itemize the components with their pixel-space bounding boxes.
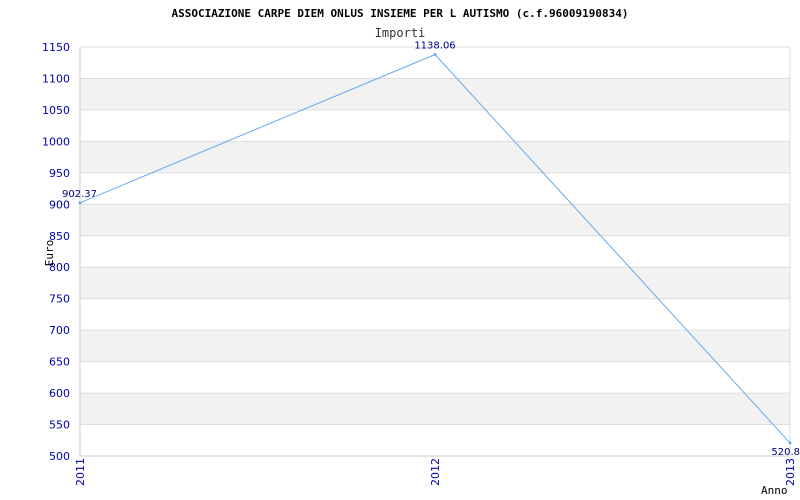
- x-tick-label: 2011: [74, 458, 87, 486]
- x-tick-label: 2013: [784, 458, 797, 486]
- plot-band: [80, 204, 790, 236]
- y-tick-label: 1050: [42, 104, 70, 117]
- plot-band: [80, 78, 790, 110]
- y-tick-label: 600: [49, 387, 70, 400]
- x-tick-label: 2012: [429, 458, 442, 486]
- plot-band: [80, 141, 790, 173]
- data-label: 520.8: [771, 447, 800, 458]
- y-tick-label: 650: [49, 356, 70, 369]
- y-tick-label: 1100: [42, 72, 70, 85]
- plot-band: [80, 330, 790, 362]
- plot-background-bands: [80, 78, 790, 425]
- data-label: 902.37: [62, 189, 97, 200]
- plot-band: [80, 267, 790, 299]
- y-tick-label: 700: [49, 324, 70, 337]
- data-point: [788, 441, 792, 445]
- y-tick-label: 1000: [42, 135, 70, 148]
- y-tick-label: 950: [49, 167, 70, 180]
- series-line: [78, 53, 792, 445]
- y-tick-label: 900: [49, 198, 70, 211]
- y-tick-label: 550: [49, 419, 70, 432]
- chart-subtitle: Importi: [375, 26, 426, 40]
- data-label: 1138.06: [414, 41, 455, 52]
- data-point: [78, 201, 82, 205]
- y-axis-label: Euro: [43, 240, 56, 267]
- data-point: [433, 53, 437, 57]
- x-axis-label: Anno: [761, 484, 788, 497]
- y-tick-label: 1150: [42, 41, 70, 54]
- y-tick-label: 750: [49, 293, 70, 306]
- line-chart: 5005506006507007508008509009501000105011…: [42, 7, 800, 497]
- y-tick-label: 500: [49, 450, 70, 463]
- series-line-path: [79, 53, 791, 444]
- x-tick-labels: 2011 2012 2013: [74, 458, 797, 486]
- chart-title: ASSOCIAZIONE CARPE DIEM ONLUS INSIEME PE…: [172, 7, 629, 20]
- plot-band: [80, 393, 790, 425]
